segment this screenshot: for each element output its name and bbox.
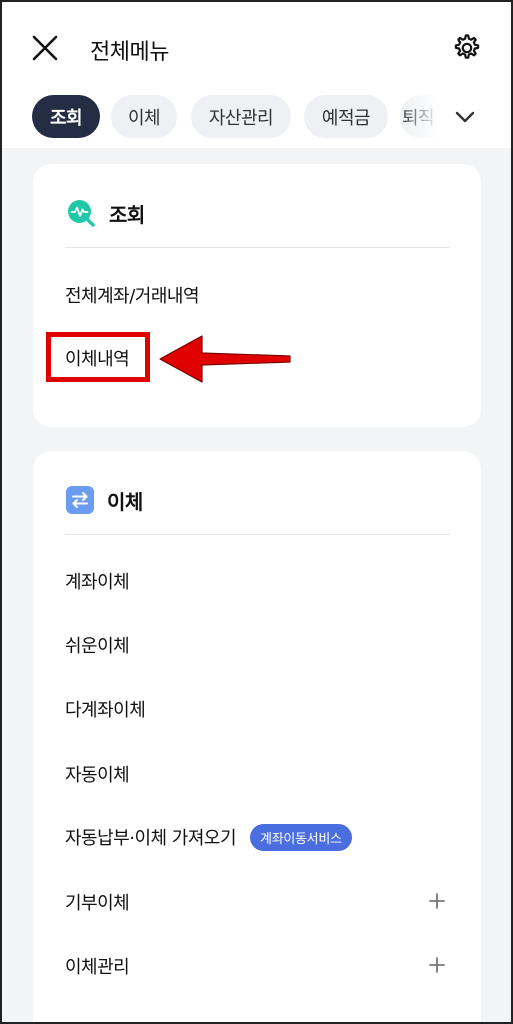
chevron-down-icon	[455, 111, 475, 123]
menu-item-multi-account-transfer[interactable]: 다계좌이체	[65, 689, 450, 729]
page-title: 전체메뉴	[90, 40, 169, 65]
menu-item-label: 기부이체	[65, 893, 130, 914]
menu-item-label: 다계좌이체	[65, 700, 146, 721]
tab-inquiry[interactable]: 조회	[32, 95, 100, 138]
expand-button[interactable]	[424, 888, 450, 914]
menu-item-label: 계좌이체	[65, 572, 130, 593]
close-button[interactable]	[28, 31, 62, 65]
transfer-section-header: 이체	[65, 483, 143, 517]
menu-item-donation-transfer[interactable]: 기부이체	[65, 882, 450, 922]
gear-icon	[454, 34, 480, 59]
inquiry-section-title: 조회	[109, 202, 145, 227]
divider	[65, 247, 450, 248]
search-chart-icon	[68, 200, 95, 227]
menu-item-label: 이체관리	[65, 957, 130, 978]
plus-icon	[429, 893, 445, 909]
close-icon	[32, 35, 58, 61]
menu-item-label: 쉬운이체	[65, 636, 130, 657]
tab-asset-management[interactable]: 자산관리	[191, 95, 291, 138]
expand-button[interactable]	[424, 952, 450, 978]
menu-item-auto-payment-import[interactable]: 자동납부·이체 가져오기 계좌이동서비스	[65, 817, 450, 857]
menu-item-easy-transfer[interactable]: 쉬운이체	[65, 625, 450, 665]
menu-item-account-transfer[interactable]: 계좌이체	[65, 561, 450, 601]
tab-transfer[interactable]: 이체	[111, 95, 177, 138]
menu-item-transfer-history[interactable]: 이체내역	[65, 338, 450, 378]
transfer-arrows-icon	[66, 486, 94, 514]
plus-icon	[429, 957, 445, 973]
menu-item-transfer-management[interactable]: 이체관리	[65, 946, 450, 986]
inquiry-section: 조회 전체계좌/거래내역 이체내역	[33, 164, 481, 427]
account-switch-service-badge[interactable]: 계좌이동서비스	[250, 823, 352, 851]
transfer-section-title: 이체	[107, 489, 143, 514]
menu-item-all-accounts-transactions[interactable]: 전체계좌/거래내역	[65, 275, 450, 315]
menu-item-label: 자동납부·이체 가져오기	[65, 828, 237, 849]
top-bar: 전체메뉴 조회 이체 자산관리 예적금 퇴직	[0, 0, 513, 148]
settings-button[interactable]	[450, 31, 484, 65]
category-tabs: 조회 이체 자산관리 예적금 퇴직	[32, 95, 462, 139]
tab-deposits[interactable]: 예적금	[304, 95, 388, 138]
menu-item-label: 자동이체	[65, 765, 130, 786]
transfer-section: 이체 계좌이체 쉬운이체 다계좌이체 자동이체 자동납부·이체 가져오기 계좌이…	[33, 451, 481, 1024]
expand-tabs-button[interactable]	[450, 102, 480, 132]
menu-item-auto-transfer[interactable]: 자동이체	[65, 754, 450, 794]
inquiry-section-header: 조회	[65, 196, 145, 230]
divider	[65, 534, 450, 535]
